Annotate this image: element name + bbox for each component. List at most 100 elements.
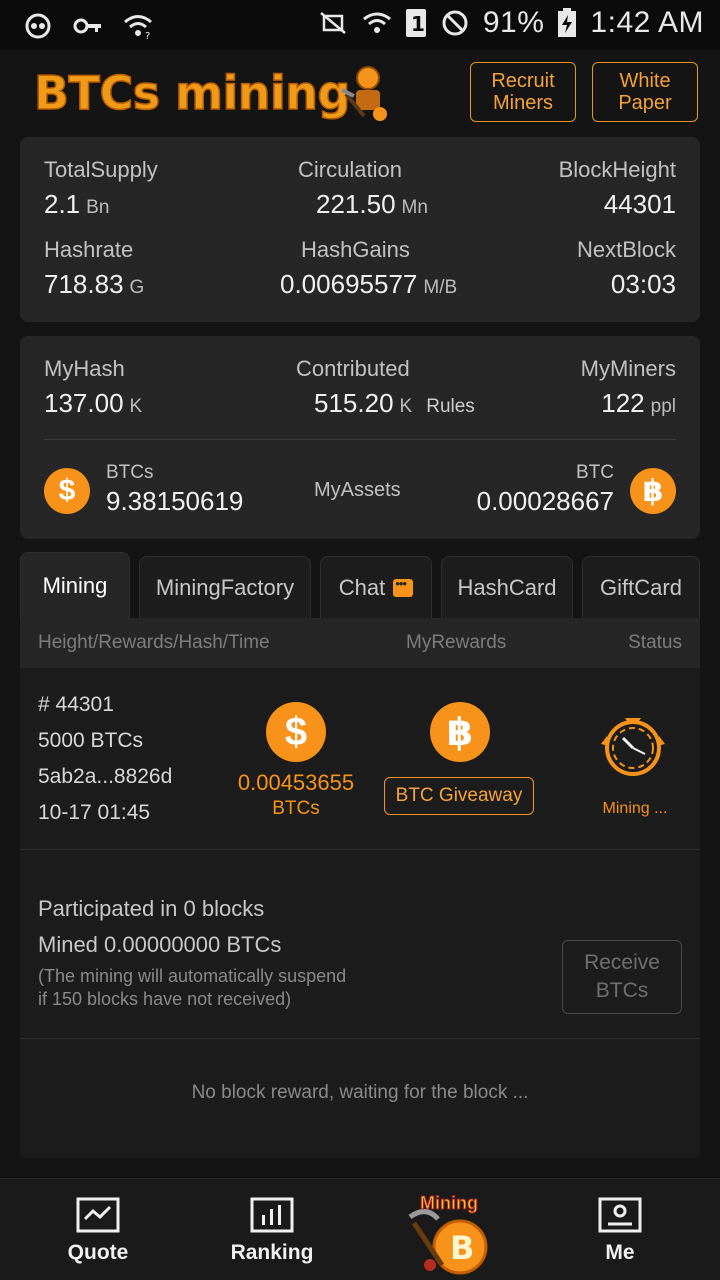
status-left: ?	[22, 10, 154, 42]
circulation-unit: Mn	[401, 197, 428, 218]
my-reward-unit: BTCs	[272, 798, 320, 819]
network-stats-card: TotalSupply 2.1 Bn Circulation 221.50 Mn B…	[20, 137, 700, 322]
participated-text: Participated in 0 blocks	[38, 896, 265, 921]
mining-clock-icon	[601, 718, 665, 776]
dollar-coin-icon: $	[44, 468, 90, 514]
rules-link[interactable]: Rules	[426, 396, 475, 417]
table-header: Height/Rewards/Hash/Time MyRewards Statu…	[20, 618, 700, 668]
next-block-label: NextBlock	[576, 237, 676, 262]
tab-hashcard[interactable]: HashCard	[441, 556, 573, 618]
block-time: 10-17 01:45	[38, 801, 151, 824]
btcs-value: 9.38150619	[106, 486, 244, 516]
hash-gains-value: 0.00695577	[280, 269, 418, 299]
hashrate-stat: Hashrate 718.83 G	[44, 237, 144, 300]
btc-value: 0.00028667	[476, 486, 614, 516]
my-miners-label: MyMiners	[580, 356, 676, 381]
total-supply-stat: TotalSupply 2.1 Bn	[44, 157, 158, 220]
nav-ranking[interactable]: Ranking	[222, 1179, 322, 1280]
btc-label: BTC	[576, 462, 614, 483]
btc-giveaway-button[interactable]: BTC Giveaway	[384, 777, 534, 815]
recruit-miners-button[interactable]: Recruit Miners	[470, 62, 576, 122]
mining-panel: Height/Rewards/Hash/Time MyRewards Statu…	[20, 618, 700, 1158]
circulation-stat: Circulation 221.50 Mn	[280, 157, 440, 220]
wifi-icon	[361, 7, 393, 39]
receive-btcs-button[interactable]: Receive BTCs	[562, 940, 682, 1014]
my-hash-value: 137.00	[44, 388, 124, 418]
next-block-stat: NextBlock 03:03	[577, 237, 676, 300]
contributed-value: 515.20	[314, 388, 394, 418]
col-height-header: Height/Rewards/Hash/Time	[38, 632, 270, 653]
sim-label: 1	[411, 12, 425, 36]
my-reward-value: 0.00453655	[237, 770, 355, 795]
tab-chat[interactable]: Chat	[320, 556, 432, 618]
next-block-value: 03:03	[610, 269, 676, 299]
block-height: # 44301	[38, 693, 114, 716]
hashrate-label: Hashrate	[44, 237, 134, 262]
contributed-unit: K	[399, 396, 413, 417]
empty-message: No block reward, waiting for the block .…	[191, 1082, 529, 1103]
white-paper-button[interactable]: White Paper	[592, 62, 698, 122]
contributed-stat: Contributed 515.20 K Rules	[296, 356, 475, 419]
hash-gains-label: HashGains	[301, 237, 410, 262]
nav-me[interactable]: Me	[580, 1179, 660, 1280]
mining-bitcoin-icon: B	[408, 1209, 488, 1275]
svg-text:B: B	[450, 1229, 474, 1267]
my-assets-link[interactable]: MyAssets	[314, 479, 401, 502]
summary-row: Participated in 0 blocks Mined 0.0000000…	[20, 851, 700, 1039]
profile-icon	[598, 1197, 642, 1233]
nav-me-label: Me	[605, 1241, 635, 1264]
nav-mining[interactable]: B Mining	[404, 1193, 494, 1277]
wifi-question-icon: ?	[122, 10, 154, 42]
chat-bubble-icon	[393, 576, 414, 597]
tab-mining[interactable]: Mining	[20, 552, 130, 618]
total-supply-unit: Bn	[86, 197, 110, 218]
block-icon	[439, 7, 471, 39]
circulation-value: 221.50	[316, 189, 396, 219]
contributed-label: Contributed	[296, 356, 410, 381]
link-icon	[22, 10, 54, 42]
total-supply-label: TotalSupply	[44, 157, 158, 182]
tab-mining-factory[interactable]: MiningFactory	[139, 556, 311, 618]
bitcoin-coin-icon: ฿	[430, 702, 490, 762]
block-height-stat: BlockHeight 44301	[559, 157, 676, 220]
app-logo: BTCs mining	[33, 65, 351, 121]
hashrate-value: 718.83	[44, 269, 124, 299]
col-rewards-header: MyRewards	[406, 632, 507, 653]
btcs-label: BTCs	[106, 462, 154, 483]
nav-ranking-label: Ranking	[230, 1241, 314, 1264]
btc-balance: BTC 0.00028667	[477, 462, 614, 517]
block-height-label: BlockHeight	[558, 157, 676, 182]
my-miners-stat: MyMiners 122 ppl	[581, 356, 676, 419]
battery-percent: 91%	[482, 6, 545, 39]
nav-quote[interactable]: Quote	[58, 1179, 138, 1280]
tab-giftcard[interactable]: GiftCard	[582, 556, 700, 618]
chart-line-icon	[76, 1197, 120, 1233]
hash-gains-stat: HashGains 0.00695577 M/B	[280, 237, 457, 300]
status-bar: ? 1 91% 1:42 AM	[0, 0, 720, 50]
block-height-value: 44301	[603, 189, 676, 219]
nav-mining-label: Mining	[420, 1193, 479, 1214]
circulation-label: Circulation	[298, 157, 402, 182]
suspend-note: (The mining will automatically suspend i…	[38, 966, 347, 1009]
hashrate-unit: G	[129, 277, 145, 298]
bottom-navigation: Quote Ranking B Mining Me	[0, 1178, 720, 1280]
my-miners-value: 122	[601, 388, 645, 418]
clock: 1:42 AM	[590, 6, 704, 39]
btcs-balance: BTCs 9.38150619	[106, 462, 243, 517]
total-supply-value: 2.1	[44, 189, 81, 219]
nav-quote-label: Quote	[67, 1241, 129, 1264]
block-hash: 5ab2a...8826d	[38, 765, 173, 788]
block-row: # 44301 5000 BTCs 5ab2a...8826d 10-17 01…	[20, 668, 700, 850]
my-hash-stat: MyHash 137.00 K	[44, 356, 142, 419]
block-rewards: 5000 BTCs	[38, 729, 144, 752]
mining-status: Mining ...	[602, 800, 668, 817]
my-hash-label: MyHash	[44, 356, 125, 381]
status-right: 1 91% 1:42 AM	[317, 6, 704, 40]
col-status-header: Status	[628, 632, 682, 653]
bitcoin-coin-icon: ฿	[630, 468, 676, 514]
svg-text:?: ?	[145, 31, 150, 39]
mined-text: Mined 0.00000000 BTCs	[38, 932, 282, 957]
miner-mascot-icon	[341, 66, 387, 121]
tab-chat-label: Chat	[338, 574, 386, 600]
bar-chart-icon	[250, 1197, 294, 1233]
